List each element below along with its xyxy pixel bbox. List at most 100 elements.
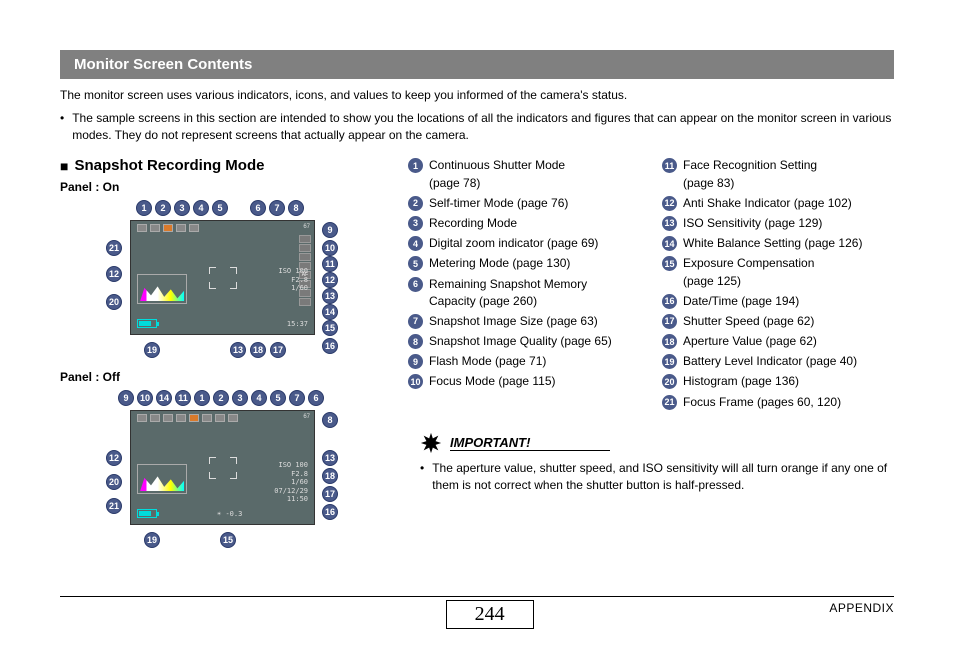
callout-11: 11	[322, 256, 338, 272]
legend-text: White Balance Setting (page 126)	[683, 235, 862, 251]
legend-sub: (page 78)	[429, 175, 640, 191]
callout-17: 17	[270, 342, 286, 358]
histogram-icon	[137, 274, 187, 304]
callout-5: 5	[212, 200, 228, 216]
c2-5: 5	[270, 390, 286, 406]
legend-number: 7	[408, 314, 423, 329]
c2-9: 9	[118, 390, 134, 406]
legend-item: 2Self-timer Mode (page 76)	[408, 195, 640, 211]
c2-16: 16	[322, 504, 338, 520]
ev-text: -0.3	[225, 510, 242, 518]
c2-4: 4	[251, 390, 267, 406]
callout-8: 8	[288, 200, 304, 216]
iso-text: ISO 100	[278, 267, 308, 275]
callout-10: 10	[322, 240, 338, 256]
focus-frame-icon-2	[209, 457, 237, 479]
callout-12b: 12	[106, 266, 122, 282]
legend-number: 10	[408, 374, 423, 389]
intro-text: The monitor screen uses various indicato…	[60, 87, 894, 104]
legend-number: 18	[662, 334, 677, 349]
bullet-dot: •	[60, 110, 64, 144]
legend-column-left: 1 Continuous Shutter Mode (page 78) 2Self-t…	[408, 157, 640, 560]
legend-sub: Capacity (page 260)	[429, 293, 640, 309]
legend-text: Continuous Shutter Mode	[429, 157, 565, 173]
legend-number: 16	[662, 294, 677, 309]
fstop-text-2: F2.8	[274, 470, 308, 478]
fstop-text: F2.8	[278, 276, 308, 284]
legend-text: Face Recognition Setting	[683, 157, 817, 173]
time-text-2: 11:50	[274, 495, 308, 503]
square-icon: ■	[60, 158, 68, 174]
c2-15: 15	[220, 532, 236, 548]
legend-item: 18 Aperture Value (page 62)	[662, 333, 894, 349]
legend-text: Remaining Snapshot Memory	[429, 276, 587, 292]
legend-number: 13	[662, 216, 677, 231]
legend-number: 15	[662, 256, 677, 271]
legend-text: Self-timer Mode (page 76)	[429, 195, 568, 211]
important-body: The aperture value, shutter speed, and I…	[432, 460, 894, 494]
callout-16: 16	[322, 338, 338, 354]
panel-off-label: Panel : Off	[60, 370, 390, 384]
legend-number: 21	[662, 395, 677, 410]
diagram-panel-on: 67 AF ISO 100 F2.8 1/60 15:37	[60, 200, 380, 360]
section-title: ■ Snapshot Recording Mode	[60, 157, 390, 174]
legend-number: 11	[662, 158, 677, 173]
legend-item: 5Metering Mode (page 130)	[408, 255, 640, 271]
histogram-icon-2	[137, 464, 187, 494]
callout-2: 2	[155, 200, 171, 216]
legend-text: Exposure Compensation	[683, 255, 814, 271]
callout-3: 3	[174, 200, 190, 216]
date-text-2: 07/12/29	[274, 487, 308, 495]
legend-item: 13ISO Sensitivity (page 129)	[662, 215, 894, 231]
burst-icon	[420, 432, 442, 454]
legend-number: 4	[408, 236, 423, 251]
important-label: IMPORTANT!	[450, 435, 610, 451]
legend-item: 11 Face Recognition Setting	[662, 157, 894, 173]
legend-number: 1	[408, 158, 423, 173]
battery-icon	[137, 319, 157, 328]
legend-item: 7Snapshot Image Size (page 63)	[408, 313, 640, 329]
c2-1: 1	[194, 390, 210, 406]
legend-number: 12	[662, 196, 677, 211]
legend-item: 19Battery Level Indicator (page 40)	[662, 353, 894, 369]
c2-19: 19	[144, 532, 160, 548]
focus-frame-icon	[209, 267, 237, 289]
legend-text: Anti Shake Indicator (page 102)	[683, 195, 852, 211]
legend-column-right: 11Face Recognition Setting(page 83)12Ant…	[662, 157, 894, 409]
legend-item: 20Histogram (page 136)	[662, 373, 894, 389]
intro-bullet: • The sample screens in this section are…	[60, 110, 894, 144]
c2-20: 20	[106, 474, 122, 490]
callout-12: 12	[322, 272, 338, 288]
temp-text: 15:37	[287, 320, 308, 328]
callout-21: 21	[106, 240, 122, 256]
legend-item: 1 Continuous Shutter Mode	[408, 157, 640, 173]
legend-text: Aperture Value (page 62)	[683, 333, 817, 349]
legend-item: 10 Focus Mode (page 115)	[408, 373, 640, 389]
legend-text: Flash Mode (page 71)	[429, 353, 546, 369]
legend-text: Snapshot Image Quality (page 65)	[429, 333, 612, 349]
page-number: 244	[446, 600, 534, 629]
callout-19: 19	[144, 342, 160, 358]
legend-item: 21Focus Frame (pages 60, 120)	[662, 394, 894, 410]
legend-text: Focus Mode (page 115)	[429, 373, 556, 389]
c2-10: 10	[137, 390, 153, 406]
diagram-panel-off: 67 ISO 100 F2.8 1/60 07/12/29 11:50 ☀ -0…	[60, 390, 380, 550]
c2-7: 7	[289, 390, 305, 406]
callout-18: 18	[250, 342, 266, 358]
section-header: Monitor Screen Contents	[60, 50, 894, 79]
legend-number: 9	[408, 354, 423, 369]
legend-text: Histogram (page 136)	[683, 373, 799, 389]
legend-item: 4Digital zoom indicator (page 69)	[408, 235, 640, 251]
c2-6: 6	[308, 390, 324, 406]
battery-icon-2	[137, 509, 157, 518]
callout-7: 7	[269, 200, 285, 216]
callout-6: 6	[250, 200, 266, 216]
c2-17: 17	[322, 486, 338, 502]
c2-8: 8	[322, 412, 338, 428]
legend-number: 14	[662, 236, 677, 251]
c2-13: 13	[322, 450, 338, 466]
legend-number: 3	[408, 216, 423, 231]
legend-item: 16Date/Time (page 194)	[662, 293, 894, 309]
legend-number: 8	[408, 334, 423, 349]
legend-item: 15 Exposure Compensation	[662, 255, 894, 271]
